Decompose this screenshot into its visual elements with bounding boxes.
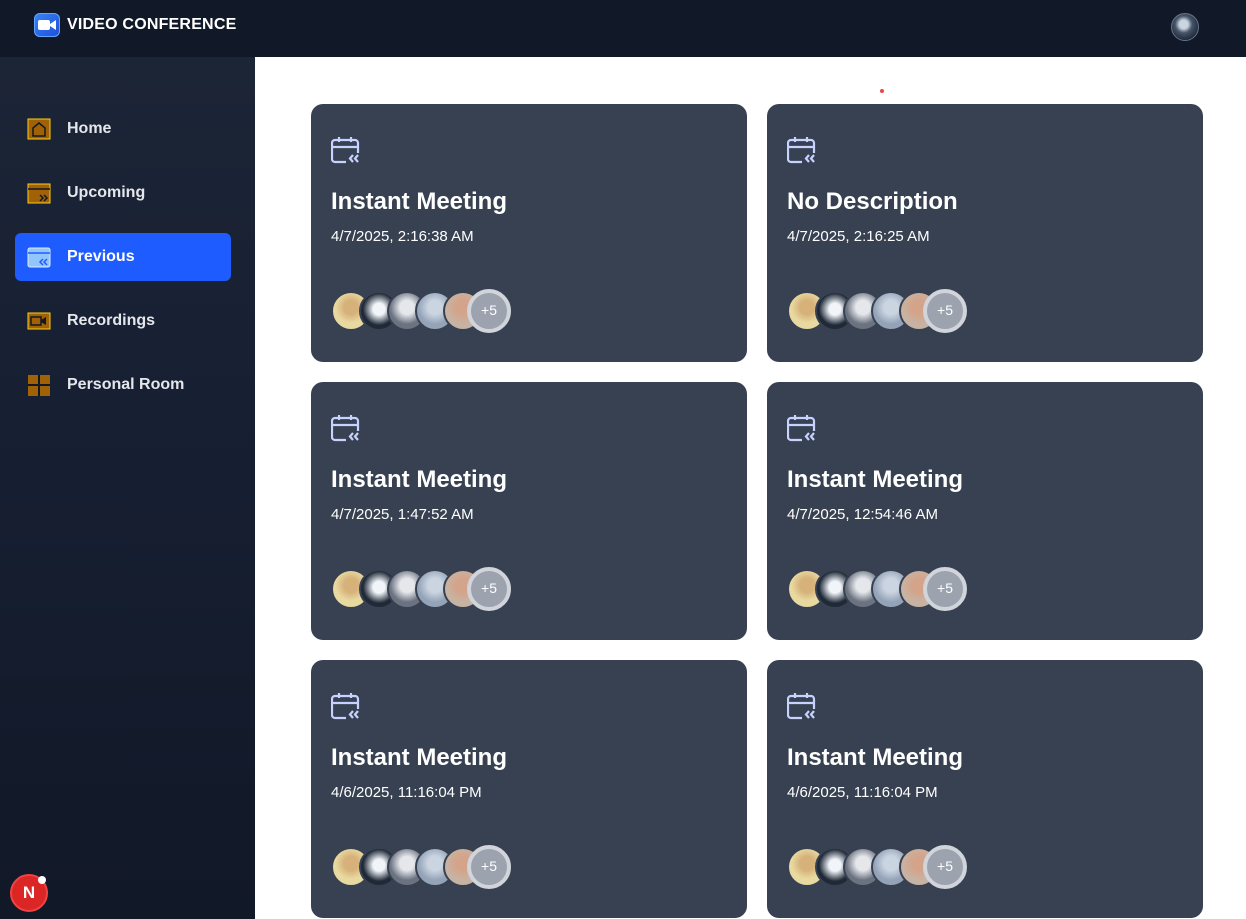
grid-icon [28,375,50,396]
brand-title[interactable]: VIDEO CONFERENCE [67,16,236,34]
sidebar-item-label: Upcoming [67,184,146,201]
meeting-date: 4/6/2025, 11:16:04 PM [787,784,938,801]
meeting-title: Instant Meeting [331,188,508,215]
meeting-card[interactable]: Instant Meeting 4/6/2025, 11:16:04 PM +5 [311,660,747,918]
sidebar: Home Upcoming Previous Recordings Person… [0,57,255,919]
attendee-avatars: +5 [331,567,531,611]
meeting-title: No Description [787,188,958,215]
sidebar-item-home[interactable]: Home [15,105,231,153]
meeting-title: Instant Meeting [331,744,508,771]
calendar-back-icon [787,137,817,166]
meeting-card[interactable]: Instant Meeting 4/7/2025, 12:54:46 AM +5 [767,382,1203,640]
more-attendees-badge: +5 [923,567,967,611]
home-icon [27,118,51,140]
meeting-card[interactable]: No Description 4/7/2025, 2:16:25 AM +5 [767,104,1203,362]
meeting-date: 4/6/2025, 11:16:04 PM [331,784,482,801]
sidebar-item-upcoming[interactable]: Upcoming [15,169,231,217]
sidebar-item-personal-room[interactable]: Personal Room [15,361,231,409]
calendar-back-icon [331,137,361,166]
sidebar-item-label: Previous [67,248,135,265]
sidebar-item-label: Home [67,120,112,137]
more-attendees-badge: +5 [923,845,967,889]
sidebar-item-recordings[interactable]: Recordings [15,297,231,345]
calendar-back-icon [27,247,51,268]
meeting-date: 4/7/2025, 2:16:38 AM [331,228,474,245]
attendee-avatars: +5 [331,289,531,333]
calendar-back-icon [331,415,361,444]
top-bar: VIDEO CONFERENCE [0,0,1246,57]
sidebar-item-label: Recordings [67,312,156,329]
attendee-avatars: +5 [787,289,987,333]
sidebar-item-previous[interactable]: Previous [15,233,231,281]
video-icon [27,312,51,330]
meeting-title: Instant Meeting [787,466,964,493]
meeting-date: 4/7/2025, 2:16:25 AM [787,228,930,245]
more-attendees-badge: +5 [467,289,511,333]
attendee-avatars: +5 [787,567,987,611]
indicator-dot [880,89,884,93]
status-dot [38,876,46,884]
calendar-back-icon [787,415,817,444]
calendar-back-icon [331,693,361,722]
meeting-title: Instant Meeting [787,744,964,771]
more-attendees-badge: +5 [467,845,511,889]
more-attendees-badge: +5 [923,289,967,333]
meeting-title: Instant Meeting [331,466,508,493]
user-avatar[interactable] [1171,13,1199,41]
meeting-date: 4/7/2025, 1:47:52 AM [331,506,474,523]
more-attendees-badge: +5 [467,567,511,611]
meeting-card[interactable]: Instant Meeting 4/7/2025, 1:47:52 AM +5 [311,382,747,640]
meeting-card[interactable]: Instant Meeting 4/7/2025, 2:16:38 AM +5 [311,104,747,362]
calendar-forward-icon [27,183,51,204]
sidebar-item-label: Personal Room [67,376,185,393]
meeting-card[interactable]: Instant Meeting 4/6/2025, 11:16:04 PM +5 [767,660,1203,918]
attendee-avatars: +5 [331,845,531,889]
meeting-date: 4/7/2025, 12:54:46 AM [787,506,938,523]
calendar-back-icon [787,693,817,722]
attendee-avatars: +5 [787,845,987,889]
logo-icon[interactable] [34,13,60,37]
